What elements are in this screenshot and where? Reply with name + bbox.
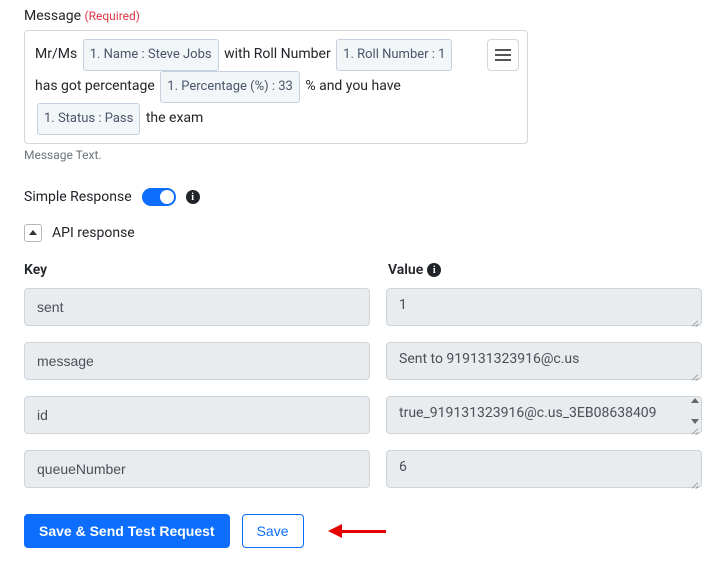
chevron-up-icon[interactable] bbox=[24, 224, 42, 242]
message-label: Message bbox=[24, 8, 81, 24]
msg-text: the exam bbox=[146, 110, 203, 126]
column-value: Value i bbox=[388, 262, 702, 278]
key-input[interactable] bbox=[24, 396, 370, 434]
scrollbar-icon bbox=[690, 398, 700, 424]
kv-row: 6 bbox=[24, 450, 702, 492]
token-roll-number[interactable]: 1. Roll Number : 1 bbox=[336, 39, 452, 71]
simple-response-label: Simple Response bbox=[24, 189, 132, 205]
simple-response-row: Simple Response i bbox=[24, 188, 702, 206]
kv-header: Key Value i bbox=[24, 262, 702, 278]
msg-text: with Roll Number bbox=[224, 46, 331, 62]
token-name[interactable]: 1. Name : Steve Jobs bbox=[83, 39, 219, 71]
message-field-header: Message (Required) bbox=[24, 8, 702, 24]
message-content: Mr/Ms 1. Name : Steve Jobs with Roll Num… bbox=[35, 39, 479, 135]
info-icon[interactable]: i bbox=[427, 263, 441, 277]
api-response-label: API response bbox=[52, 225, 135, 241]
message-helper: Message Text. bbox=[24, 148, 702, 162]
annotation-arrow bbox=[328, 524, 388, 538]
kv-row: Sent to 919131323916@c.us bbox=[24, 342, 702, 384]
hamburger-icon[interactable] bbox=[487, 39, 519, 71]
msg-text: Mr/Ms bbox=[35, 46, 77, 62]
value-input[interactable]: 1 bbox=[386, 288, 702, 326]
save-send-button[interactable]: Save & Send Test Request bbox=[24, 514, 230, 548]
kv-row: 1 bbox=[24, 288, 702, 330]
msg-text: % and you have bbox=[305, 78, 400, 94]
key-input[interactable] bbox=[24, 342, 370, 380]
column-value-text: Value bbox=[388, 262, 423, 278]
column-key: Key bbox=[24, 262, 388, 278]
simple-response-toggle[interactable] bbox=[142, 188, 176, 206]
key-input[interactable] bbox=[24, 288, 370, 326]
save-button[interactable]: Save bbox=[242, 514, 304, 548]
footer-buttons: Save & Send Test Request Save bbox=[24, 514, 702, 548]
key-input[interactable] bbox=[24, 450, 370, 488]
required-tag: (Required) bbox=[84, 9, 139, 23]
value-input[interactable]: Sent to 919131323916@c.us bbox=[386, 342, 702, 380]
value-input[interactable]: 6 bbox=[386, 450, 702, 488]
kv-row: true_919131323916@c.us_3EB08638409 bbox=[24, 396, 702, 438]
token-status[interactable]: 1. Status : Pass bbox=[37, 103, 140, 135]
info-icon[interactable]: i bbox=[186, 190, 200, 204]
token-percentage[interactable]: 1. Percentage (%) : 33 bbox=[160, 71, 300, 103]
msg-text: has got percentage bbox=[35, 78, 155, 94]
api-response-header[interactable]: API response bbox=[24, 224, 702, 242]
message-editor[interactable]: Mr/Ms 1. Name : Steve Jobs with Roll Num… bbox=[24, 30, 528, 144]
value-input[interactable]: true_919131323916@c.us_3EB08638409 bbox=[386, 396, 702, 434]
